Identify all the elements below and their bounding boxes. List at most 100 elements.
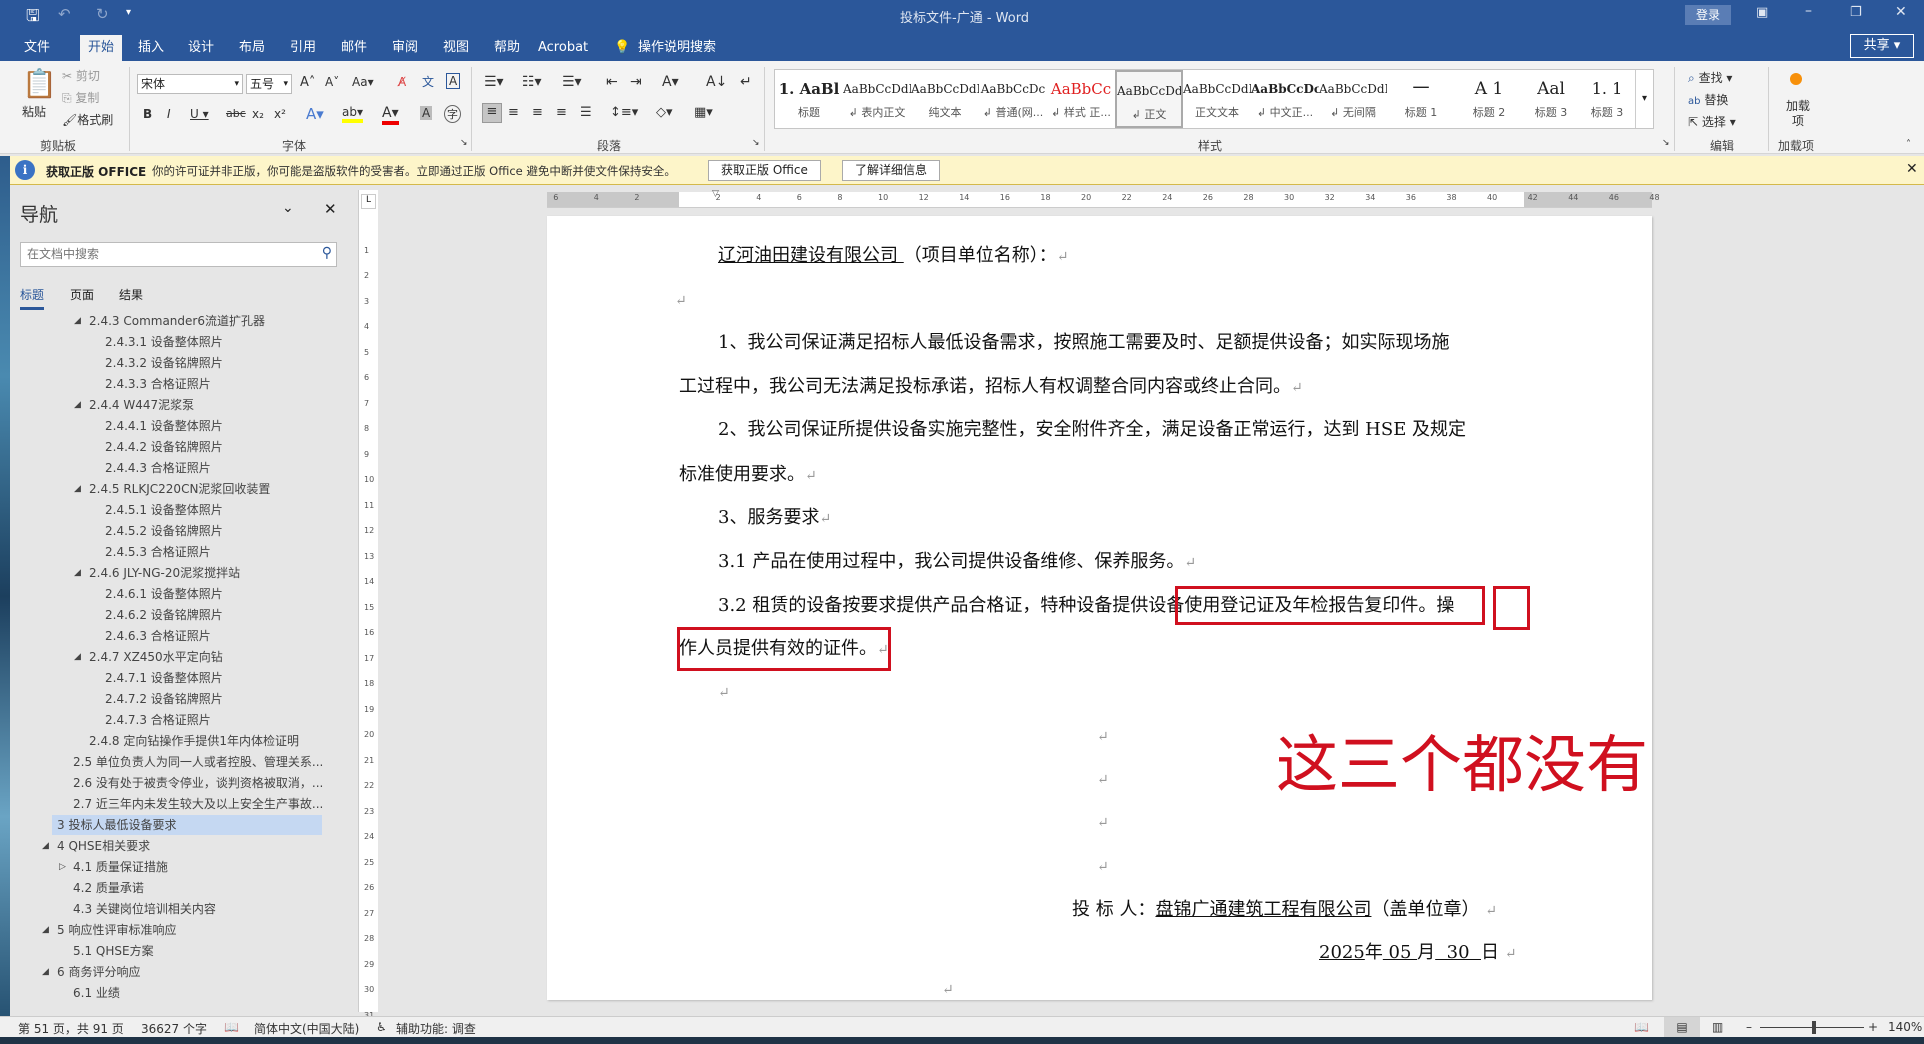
nav-close-icon[interactable]: ✕ <box>324 200 337 218</box>
style-heading-1[interactable]: 一标题 1 <box>1387 70 1455 128</box>
shading-icon[interactable]: ◇▾ <box>656 105 673 120</box>
nav-heading-item[interactable]: 2.5 单位负责人为同一人或者控股、管理关系... <box>10 752 356 773</box>
zoom-out-button[interactable]: – <box>1746 1020 1752 1034</box>
tab-home[interactable]: 开始 <box>80 35 123 61</box>
nav-heading-item[interactable]: ◢ 6 商务评分响应 <box>10 962 356 983</box>
underline-icon[interactable]: U ▾ <box>190 107 209 121</box>
undo-icon[interactable]: ↶ <box>58 5 71 23</box>
clear-formatting-icon[interactable]: A̸ <box>398 75 406 89</box>
copy-button[interactable]: ⎘ 复制 <box>62 89 99 106</box>
nav-heading-item[interactable]: 2.4.7.1 设备整体照片 <box>10 668 356 689</box>
language[interactable]: 简体中文(中国大陆) <box>254 1020 359 1037</box>
highlight-icon[interactable]: ab▾ <box>342 105 363 123</box>
search-icon[interactable]: ⚲ <box>322 245 332 261</box>
vertical-ruler[interactable]: L 1 2 3 4 5 6 7 8 9 10 11 12 13 14 15 16 17 18 19 20 21 22 23 2… <box>358 190 378 1020</box>
nav-search-box[interactable]: ⚲ <box>20 242 337 267</box>
multilevel-list-icon[interactable]: ☰▾ <box>562 74 582 90</box>
paragraph-dialog-launcher[interactable]: ↘ <box>752 138 760 148</box>
show-marks-icon[interactable]: ↵ <box>740 74 752 90</box>
tell-me-search[interactable]: 操作说明搜索 <box>630 35 724 61</box>
style-heading-2[interactable]: A 1 标题 2 <box>1455 70 1523 128</box>
zoom-level[interactable]: 140% <box>1888 1020 1922 1034</box>
nav-heading-item[interactable]: 2.4.6.2 设备铭牌照片 <box>10 605 356 626</box>
nav-heading-item[interactable]: 2.4.8 定向钻操作手提供1年内体检证明 <box>10 731 356 752</box>
shrink-font-icon[interactable]: A˅ <box>325 75 339 89</box>
horizontal-ruler[interactable]: ▽ 6 4 2 2 4 6 8 10 12 14 16 18 20 22 24 26 28 30 32 34 36 38 4… <box>547 189 1660 208</box>
text-effects-icon[interactable]: A▾ <box>306 105 324 123</box>
distributed-icon[interactable]: ☰ <box>580 105 592 120</box>
font-size-select[interactable]: 五号 ▾ <box>246 74 292 94</box>
nav-heading-item[interactable]: 2.4.6.1 设备整体照片 <box>10 584 356 605</box>
nav-heading-item[interactable]: 2.4.3.1 设备整体照片 <box>10 332 356 353</box>
style-table-body[interactable]: AaBbCcDdI ↲ 表内正文 <box>843 70 911 128</box>
restore-icon[interactable]: ❐ <box>1850 5 1862 20</box>
collapse-icon[interactable]: ◢ <box>74 395 81 416</box>
numbering-icon[interactable]: ☷▾ <box>522 74 542 90</box>
format-painter-button[interactable]: 🖌格式刷 <box>62 111 113 128</box>
styles-more-button[interactable]: ▾ <box>1635 70 1653 128</box>
collapse-icon[interactable]: ◢ <box>74 311 81 332</box>
print-layout-icon[interactable]: ▤ <box>1664 1017 1700 1037</box>
cut-button[interactable]: ✂ 剪切 <box>62 67 100 84</box>
nav-heading-item[interactable]: ◢ 2.4.3 Commander6流道扩孔器 <box>10 311 356 332</box>
subscript-icon[interactable]: x₂ <box>252 107 264 121</box>
tab-references[interactable]: 引用 <box>282 35 324 61</box>
tab-selector[interactable]: L <box>361 194 376 209</box>
nav-tab-results[interactable]: 结果 <box>119 286 143 303</box>
align-center-icon[interactable]: ≡ <box>508 105 519 120</box>
strikethrough-icon[interactable]: abc <box>226 107 246 120</box>
collapse-icon[interactable]: ◢ <box>74 479 81 500</box>
style-title[interactable]: 1. AaBl 标题 <box>775 70 843 128</box>
nav-heading-item[interactable]: 2.4.6.3 合格证照片 <box>10 626 356 647</box>
minimize-icon[interactable]: – <box>1805 3 1812 19</box>
nav-heading-item[interactable]: 2.4.7.2 设备铭牌照片 <box>10 689 356 710</box>
select-button[interactable]: ⇱ 选择 ▾ <box>1688 113 1736 130</box>
tab-view[interactable]: 视图 <box>435 35 477 61</box>
sort-icon[interactable]: A↓ <box>706 74 727 90</box>
nav-options-icon[interactable]: ⌄ <box>282 200 294 216</box>
zoom-slider-thumb[interactable] <box>1812 1021 1816 1034</box>
decrease-indent-icon[interactable]: ⇤ <box>606 74 618 90</box>
nav-heading-item[interactable]: 2.4.3.3 合格证照片 <box>10 374 356 395</box>
collapse-icon[interactable]: ◢ <box>74 563 81 584</box>
style-no-spacing[interactable]: AaBbCcDdI ↲ 无间隔 <box>1319 70 1387 128</box>
character-shading-icon[interactable]: A <box>420 106 433 120</box>
nav-heading-item[interactable]: 3 投标人最低设备要求 <box>10 815 356 836</box>
nav-heading-item[interactable]: 2.4.5.1 设备整体照片 <box>10 500 356 521</box>
character-border-icon[interactable]: A <box>446 73 461 89</box>
nav-heading-item[interactable]: 2.6 没有处于被责令停业，谈判资格被取消，... <box>10 773 356 794</box>
collapse-ribbon-icon[interactable]: ˄ <box>1906 139 1911 150</box>
style-custom[interactable]: AaBbCc ↲ 样式 正... <box>1047 70 1115 128</box>
superscript-icon[interactable]: x² <box>274 107 286 121</box>
save-icon[interactable]: 🖫 <box>26 5 40 32</box>
style-heading-3[interactable]: Aal 标题 3 <box>1523 70 1579 128</box>
web-layout-icon[interactable]: ▥ <box>1712 1020 1723 1034</box>
document-page[interactable]: 辽河油田建设有限公司 （项目单位名称）：↵ ↵ 1、我公司保证满足招标人最低设备… <box>547 216 1652 1000</box>
align-right-icon[interactable]: ≡ <box>532 105 543 120</box>
bullets-icon[interactable]: ☰▾ <box>484 74 504 90</box>
customize-qat-icon[interactable]: ▾ <box>126 7 131 18</box>
nav-heading-item[interactable]: 2.7 近三年内未发生较大及以上安全生产事故... <box>10 794 356 815</box>
italic-icon[interactable]: I <box>167 107 171 121</box>
addins-button[interactable]: 加载项 <box>1782 99 1814 129</box>
redo-icon[interactable]: ↻ <box>96 5 109 23</box>
tab-review[interactable]: 审阅 <box>384 35 426 61</box>
nav-heading-item[interactable]: 2.4.4.3 合格证照片 <box>10 458 356 479</box>
line-spacing-icon[interactable]: ↕≡▾ <box>610 105 638 120</box>
nav-heading-item[interactable]: 2.4.5.3 合格证照片 <box>10 542 356 563</box>
proofing-icon[interactable]: 📖 <box>224 1020 239 1034</box>
nav-heading-item[interactable]: ◢ 2.4.7 XZ450水平定向钻 <box>10 647 356 668</box>
zoom-in-button[interactable]: + <box>1868 1020 1878 1034</box>
get-genuine-office-button[interactable]: 获取正版 Office <box>708 160 821 181</box>
tab-file[interactable]: 文件 <box>16 35 58 61</box>
nav-heading-item[interactable]: ▷ 4.1 质量保证措施 <box>10 857 356 878</box>
login-button[interactable]: 登录 <box>1685 5 1731 25</box>
nav-search-input[interactable] <box>21 243 301 265</box>
style-normal[interactable]: AaBbCcDdI ↲ 正文 <box>1115 70 1183 128</box>
tab-mailings[interactable]: 邮件 <box>333 35 375 61</box>
change-case-icon[interactable]: Aa▾ <box>352 75 374 89</box>
tab-layout[interactable]: 布局 <box>231 35 273 61</box>
phonetic-guide-icon[interactable]: 文 <box>422 73 434 90</box>
read-mode-icon[interactable]: 📖 <box>1634 1020 1649 1034</box>
nav-tab-headings[interactable]: 标题 <box>20 286 45 310</box>
